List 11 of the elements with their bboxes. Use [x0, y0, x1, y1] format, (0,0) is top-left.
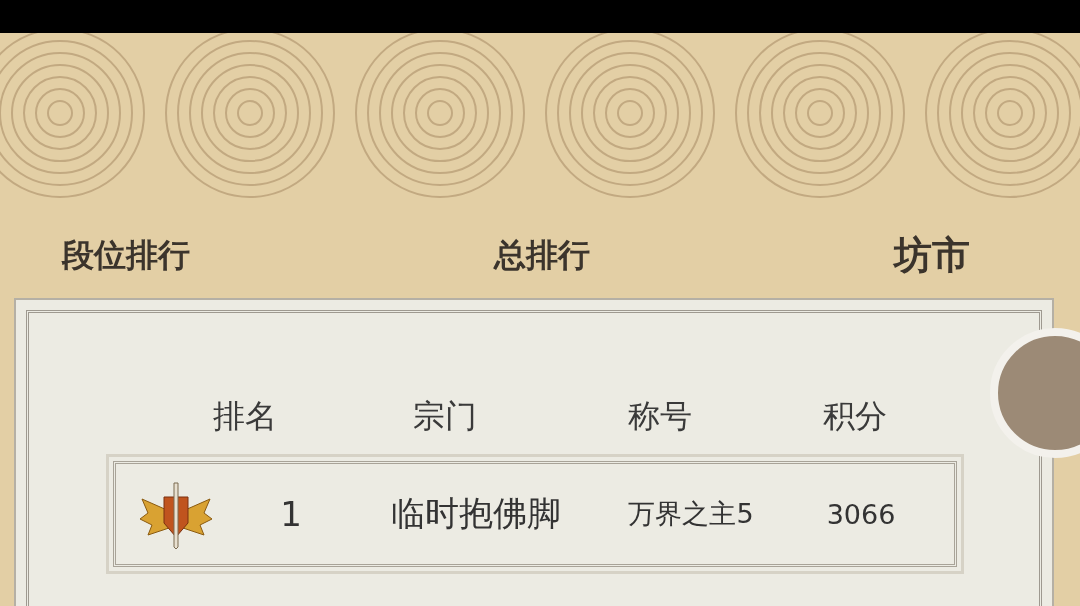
tab[interactable]: 总排行	[494, 230, 590, 284]
rank-number: 1	[279, 494, 303, 534]
title-text: 万界之主5	[627, 497, 755, 531]
column-header: 称号	[627, 396, 693, 437]
tab[interactable]: 段位排行	[62, 230, 190, 284]
column-header: 排名	[212, 396, 278, 437]
sect-name: 临时抱佛脚	[390, 492, 562, 535]
column-header: 积分	[822, 396, 888, 437]
tab[interactable]: 坊市	[894, 230, 970, 284]
column-header: 宗门	[412, 396, 478, 437]
score-value: 3066	[825, 498, 897, 530]
